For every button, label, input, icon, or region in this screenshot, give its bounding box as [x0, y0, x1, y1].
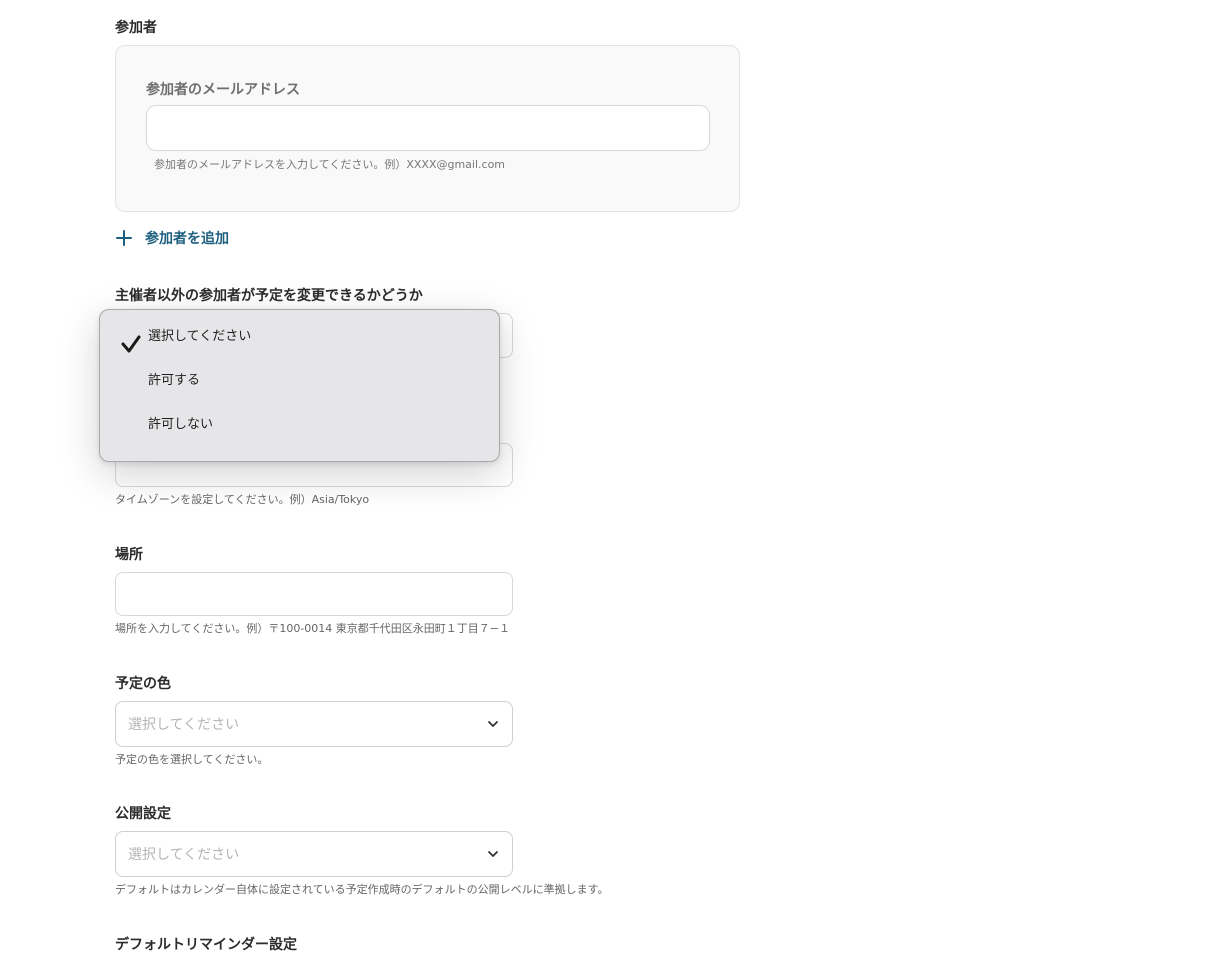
dropdown-option-deny[interactable]: 許可しない — [148, 413, 213, 432]
participant-email-input[interactable] — [146, 105, 710, 151]
default-reminder-label: デフォルトリマインダー設定 — [115, 937, 297, 953]
participants-label: 参加者 — [115, 20, 157, 36]
event-color-label: 予定の色 — [115, 676, 171, 692]
event-color-placeholder: 選択してください — [128, 717, 240, 733]
form-page: 参加者 参加者のメールアドレス 参加者のメールアドレスを入力してください。例）X… — [0, 0, 1220, 954]
participant-email-hint: 参加者のメールアドレスを入力してください。例）XXXX@gmail.com — [154, 158, 506, 171]
dropdown-option-select[interactable]: 選択してください — [148, 325, 251, 344]
location-hint: 場所を入力してください。例）〒100-0014 東京都千代田区永田町１丁目７−１ — [115, 622, 511, 635]
location-label: 場所 — [115, 547, 143, 563]
guests-can-modify-dropdown: 選択してください 許可する 許可しない — [99, 309, 500, 462]
checkmark-icon — [121, 335, 141, 353]
visibility-select[interactable]: 選択してください — [115, 831, 513, 877]
guests-can-modify-label: 主催者以外の参加者が予定を変更できるかどうか — [115, 288, 423, 304]
visibility-placeholder: 選択してください — [128, 847, 240, 863]
plus-icon — [116, 230, 132, 246]
visibility-hint: デフォルトはカレンダー自体に設定されている予定作成時のデフォルトの公開レベルに準… — [115, 883, 609, 896]
participants-panel: 参加者のメールアドレス 参加者のメールアドレスを入力してください。例）XXXX@… — [115, 45, 740, 212]
location-input[interactable] — [115, 572, 513, 616]
event-color-select[interactable]: 選択してください — [115, 701, 513, 747]
chevron-down-icon — [488, 851, 498, 857]
add-participant-label: 参加者を追加 — [145, 231, 229, 247]
event-color-hint: 予定の色を選択してください。 — [115, 753, 269, 766]
add-participant-button[interactable]: 参加者を追加 — [115, 228, 229, 248]
chevron-down-icon — [488, 721, 498, 727]
dropdown-option-allow[interactable]: 許可する — [148, 369, 200, 388]
visibility-label: 公開設定 — [115, 806, 171, 822]
participant-email-label: 参加者のメールアドレス — [146, 82, 300, 98]
timezone-hint: タイムゾーンを設定してください。例）Asia/Tokyo — [115, 493, 370, 506]
